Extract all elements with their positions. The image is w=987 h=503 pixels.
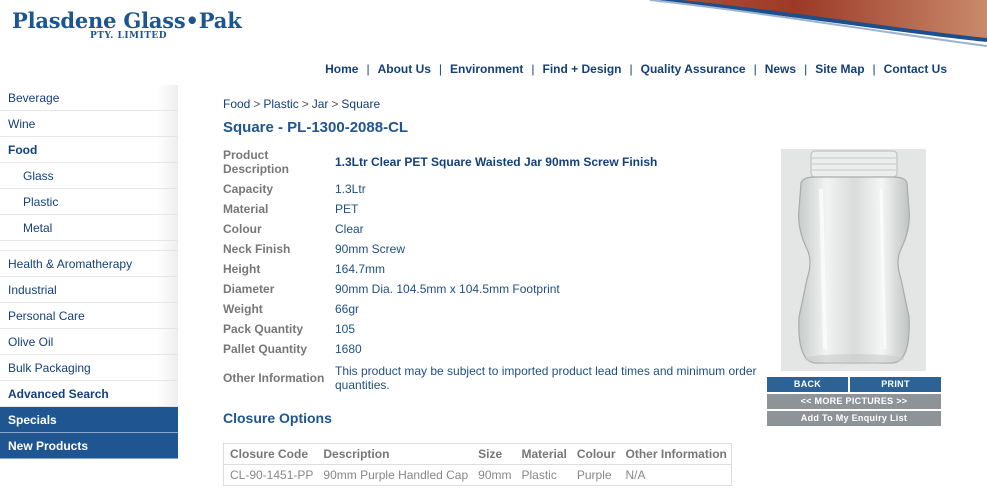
sidebar-item-glass[interactable]: Glass (0, 163, 178, 189)
spec-value: 1680 (335, 342, 362, 356)
site-logo[interactable]: Plasdene Glass•Pak (12, 8, 242, 33)
spec-label: Material (223, 202, 269, 216)
product-image[interactable] (781, 149, 926, 371)
breadcrumb-square[interactable]: Square (341, 97, 380, 111)
spec-value: Clear (335, 222, 364, 236)
spec-value: 1.3Ltr (335, 182, 366, 196)
spec-label: Other Information (223, 371, 325, 385)
column-header: Material (515, 443, 571, 465)
table-cell-colour: Purple (570, 464, 620, 486)
site-logo-subtitle: PTY. LIMITED (90, 31, 168, 41)
table-cell-material: Plastic (515, 464, 571, 486)
sidebar-divider (0, 241, 178, 251)
nav-environment[interactable]: Environment (450, 62, 523, 76)
nav-separator: | (804, 62, 808, 76)
sidebar-item-food[interactable]: Food (0, 137, 178, 163)
spec-value: 90mm Dia. 104.5mm x 104.5mm Footprint (335, 282, 560, 296)
column-header: Description (317, 443, 473, 465)
nav-contact-us[interactable]: Contact Us (884, 62, 947, 76)
spec-value: 90mm Screw (335, 242, 406, 256)
spec-value: 164.7mm (335, 262, 386, 276)
column-header: Closure Code (223, 443, 318, 465)
nav-separator: | (753, 62, 757, 76)
spec-label: Pallet Quantity (223, 342, 308, 356)
nav-separator: | (531, 62, 535, 76)
breadcrumb-separator: > (331, 97, 339, 111)
sidebar-item-metal[interactable]: Metal (0, 215, 178, 241)
breadcrumb-separator: > (253, 97, 261, 111)
column-header: Size (472, 443, 516, 465)
spec-label: Weight (223, 302, 263, 316)
nav-separator: | (629, 62, 633, 76)
spec-label: Product Description (223, 148, 290, 176)
closure-options-table: Closure Code Description Size Material C… (223, 443, 732, 486)
breadcrumb-plastic[interactable]: Plastic (263, 97, 298, 111)
nav-home[interactable]: Home (325, 62, 358, 76)
spec-value: 66gr (335, 302, 360, 316)
sidebar-item-specials[interactable]: Specials (0, 407, 178, 433)
spec-label: Capacity (223, 182, 274, 196)
more-pictures-button[interactable]: << MORE PICTURES >> (767, 394, 941, 409)
sidebar-item-olive-oil[interactable]: Olive Oil (0, 329, 178, 355)
spec-value: 1.3Ltr Clear PET Square Waisted Jar 90mm… (335, 155, 658, 169)
spec-label: Height (223, 262, 261, 276)
closure-options-heading: Closure Options (223, 410, 332, 426)
page-title: Square - PL-1300-2088-CL (223, 119, 409, 136)
nav-news[interactable]: News (765, 62, 796, 76)
spec-value: 105 (335, 322, 356, 336)
spec-value: PET (335, 202, 359, 216)
nav-about-us[interactable]: About Us (378, 62, 431, 76)
table-cell-description: 90mm Purple Handled Cap (317, 464, 473, 486)
header-banner (640, 0, 987, 48)
table-cell-other-information: N/A (619, 464, 732, 486)
sidebar-item-industrial[interactable]: Industrial (0, 277, 178, 303)
column-header: Colour (570, 443, 620, 465)
sidebar-item-new-products[interactable]: New Products (0, 433, 178, 459)
breadcrumb: Food > Plastic > Jar > Square (223, 97, 380, 111)
spec-label: Pack Quantity (223, 322, 304, 336)
spec-label: Colour (223, 222, 262, 236)
sidebar-item-beverage[interactable]: Beverage (0, 85, 178, 111)
table-cell-size: 90mm (472, 464, 516, 486)
top-navigation: Home | About Us | Environment | Find + Design |… (325, 62, 947, 76)
nav-separator: | (872, 62, 876, 76)
table-cell-closure-code: CL-90-1451-PP (223, 464, 318, 486)
sidebar-item-health-aromatherapy[interactable]: Health & Aromatherapy (0, 251, 178, 277)
nav-site-map[interactable]: Site Map (815, 62, 864, 76)
spec-label: Diameter (223, 282, 275, 296)
breadcrumb-food[interactable]: Food (223, 97, 250, 111)
breadcrumb-separator: > (301, 97, 309, 111)
sidebar-item-personal-care[interactable]: Personal Care (0, 303, 178, 329)
nav-quality-assurance[interactable]: Quality Assurance (641, 62, 746, 76)
breadcrumb-jar[interactable]: Jar (312, 97, 329, 111)
back-button[interactable]: BACK (767, 377, 848, 392)
spec-value: This product may be subject to imported … (335, 364, 757, 392)
nav-separator: | (366, 62, 370, 76)
print-button[interactable]: PRINT (850, 377, 941, 392)
sidebar-item-wine[interactable]: Wine (0, 111, 178, 137)
spec-label: Neck Finish (223, 242, 291, 256)
sidebar: Beverage Wine Food Glass Plastic Metal H… (0, 85, 178, 459)
table-row: CL-90-1451-PP 90mm Purple Handled Cap 90… (223, 464, 732, 486)
nav-separator: | (438, 62, 443, 76)
nav-find-design[interactable]: Find + Design (543, 62, 622, 76)
sidebar-item-plastic[interactable]: Plastic (0, 189, 178, 215)
column-header: Other Information (619, 443, 732, 465)
table-header-row: Closure Code Description Size Material C… (223, 443, 732, 465)
add-to-enquiry-button[interactable]: Add To My Enquiry List (767, 411, 941, 426)
sidebar-item-bulk-packaging[interactable]: Bulk Packaging (0, 355, 178, 381)
sidebar-item-advanced-search[interactable]: Advanced Search (0, 381, 178, 407)
